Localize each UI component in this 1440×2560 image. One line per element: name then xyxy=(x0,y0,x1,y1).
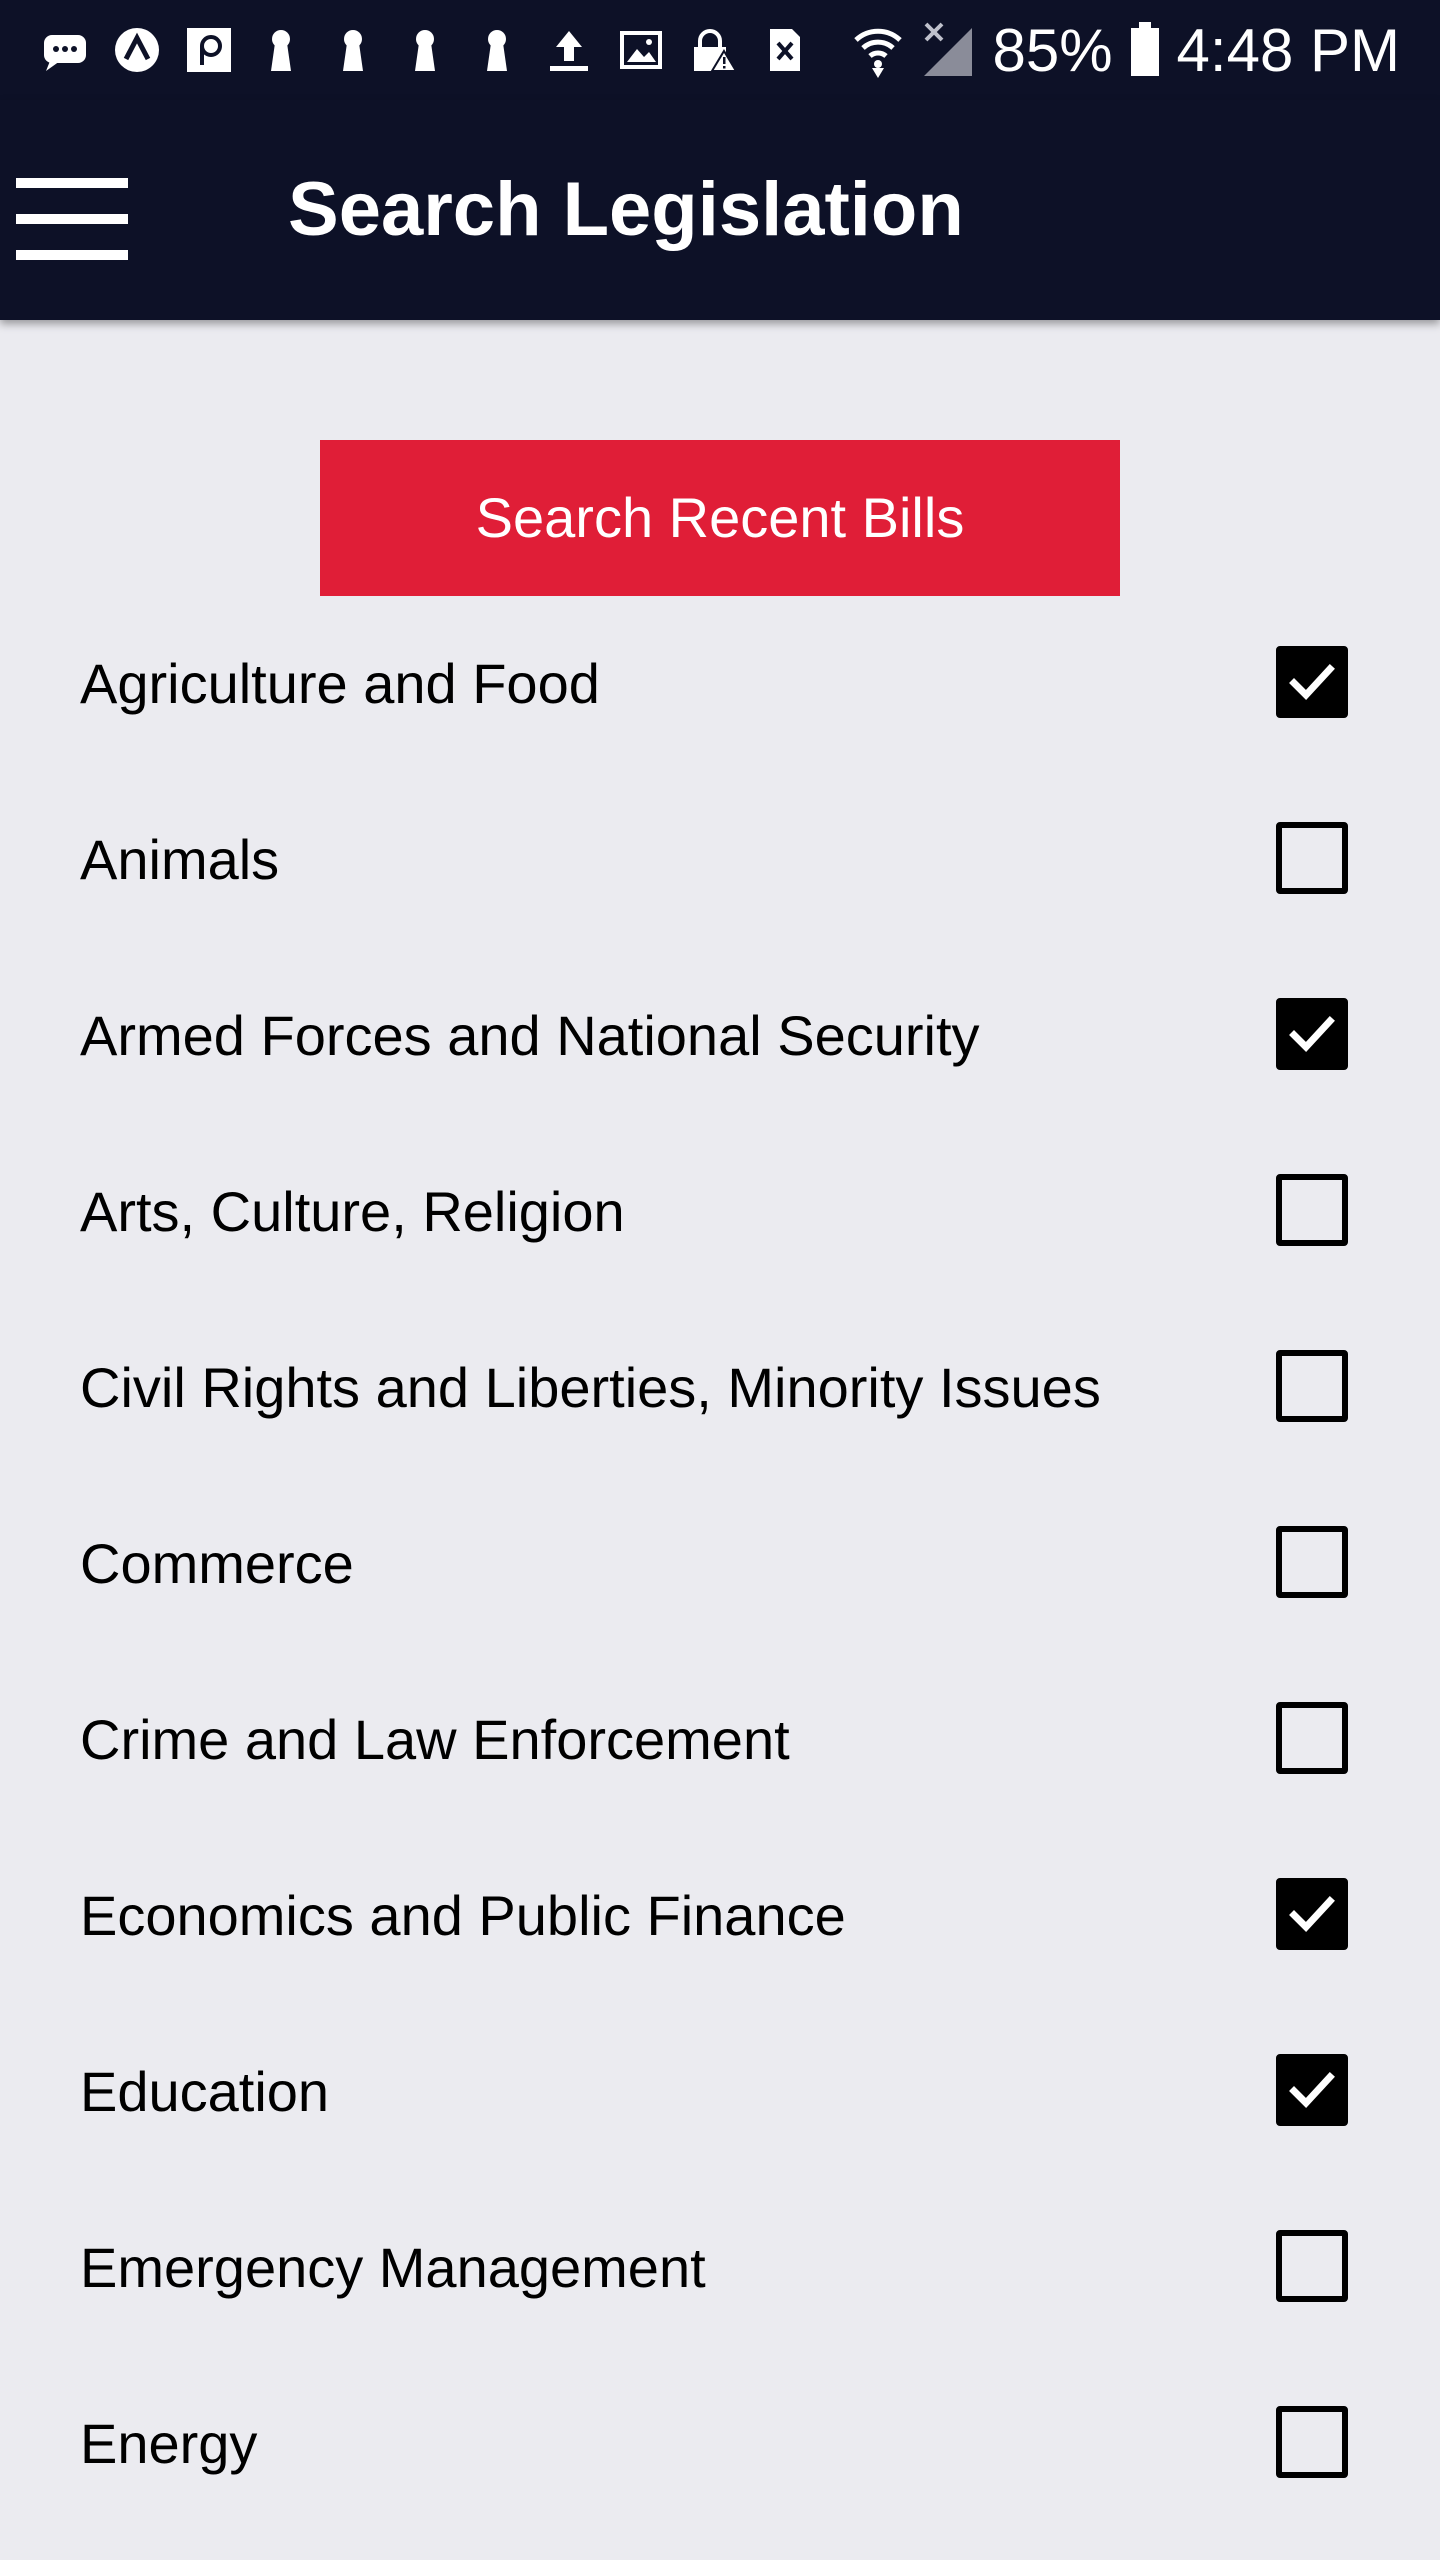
category-label: Arts, Culture, Religion xyxy=(80,1180,625,1243)
category-row[interactable]: Arts, Culture, Religion xyxy=(0,1124,1440,1300)
keyhole-icon xyxy=(343,30,363,71)
battery-icon xyxy=(1130,22,1159,76)
category-row[interactable]: Civil Rights and Liberties, Minority Iss… xyxy=(0,1300,1440,1476)
keyhole-icon xyxy=(271,30,291,71)
signal-no-service-icon xyxy=(924,22,973,76)
category-checkbox[interactable] xyxy=(1276,1174,1348,1246)
image-icon xyxy=(620,31,662,69)
category-checkbox[interactable] xyxy=(1276,1526,1348,1598)
keyhole-icon xyxy=(415,30,435,71)
category-label: Economics and Public Finance xyxy=(80,1884,846,1947)
category-label: Energy xyxy=(80,2412,258,2475)
category-checkbox[interactable] xyxy=(1276,2054,1348,2126)
category-checkbox[interactable] xyxy=(1276,1702,1348,1774)
wifi-icon xyxy=(854,28,903,78)
app-a-icon xyxy=(115,28,159,72)
checkmark-icon xyxy=(1289,2072,1335,2109)
category-row[interactable]: Economics and Public Finance xyxy=(0,1828,1440,2004)
category-row[interactable]: Animals xyxy=(0,772,1440,948)
notification-icons xyxy=(40,18,810,82)
category-list: Agriculture and Food Animals Armed Forces … xyxy=(0,596,1440,2532)
category-checkbox[interactable] xyxy=(1276,646,1348,718)
category-label: Animals xyxy=(80,828,280,891)
category-label: Armed Forces and National Security xyxy=(80,1004,980,1067)
checkmark-icon xyxy=(1289,664,1335,701)
category-row[interactable]: Armed Forces and National Security xyxy=(0,948,1440,1124)
category-checkbox[interactable] xyxy=(1276,2406,1348,2478)
sim-error-icon xyxy=(770,29,800,71)
category-checkbox[interactable] xyxy=(1276,2230,1348,2302)
clock: 4:48 PM xyxy=(1176,16,1400,84)
checkmark-icon xyxy=(1289,1896,1335,1933)
search-recent-bills-button[interactable]: Search Recent Bills xyxy=(320,440,1120,596)
category-row[interactable]: Education xyxy=(0,2004,1440,2180)
category-label: Civil Rights and Liberties, Minority Iss… xyxy=(80,1356,1101,1419)
category-row[interactable]: Agriculture and Food xyxy=(0,596,1440,772)
message-icon xyxy=(44,35,86,71)
category-label: Education xyxy=(80,2060,330,2123)
status-right-group: 85% 4:48 PM xyxy=(852,16,1400,84)
category-label: Crime and Law Enforcement xyxy=(80,1708,790,1771)
category-label: Emergency Management xyxy=(80,2236,706,2299)
page-title: Search Legislation xyxy=(288,167,964,252)
category-checkbox[interactable] xyxy=(1276,1878,1348,1950)
keyhole-icon xyxy=(487,30,507,71)
category-label: Agriculture and Food xyxy=(80,652,600,715)
category-row[interactable]: Commerce xyxy=(0,1476,1440,1652)
upload-icon xyxy=(550,31,588,71)
checkmark-icon xyxy=(1289,1016,1335,1053)
app-bar: Search Legislation xyxy=(0,100,1440,320)
status-bar: 85% 4:48 PM xyxy=(0,0,1440,100)
category-row[interactable]: Emergency Management xyxy=(0,2180,1440,2356)
category-checkbox[interactable] xyxy=(1276,822,1348,894)
category-label: Commerce xyxy=(80,1532,354,1595)
app-p-icon xyxy=(187,28,231,72)
category-row[interactable]: Crime and Law Enforcement xyxy=(0,1652,1440,1828)
category-checkbox[interactable] xyxy=(1276,998,1348,1070)
category-row[interactable]: Energy xyxy=(0,2356,1440,2532)
hamburger-menu-icon[interactable] xyxy=(0,140,150,280)
vpn-lock-icon xyxy=(694,29,738,72)
battery-percent: 85% xyxy=(992,16,1113,84)
category-checkbox[interactable] xyxy=(1276,1350,1348,1422)
